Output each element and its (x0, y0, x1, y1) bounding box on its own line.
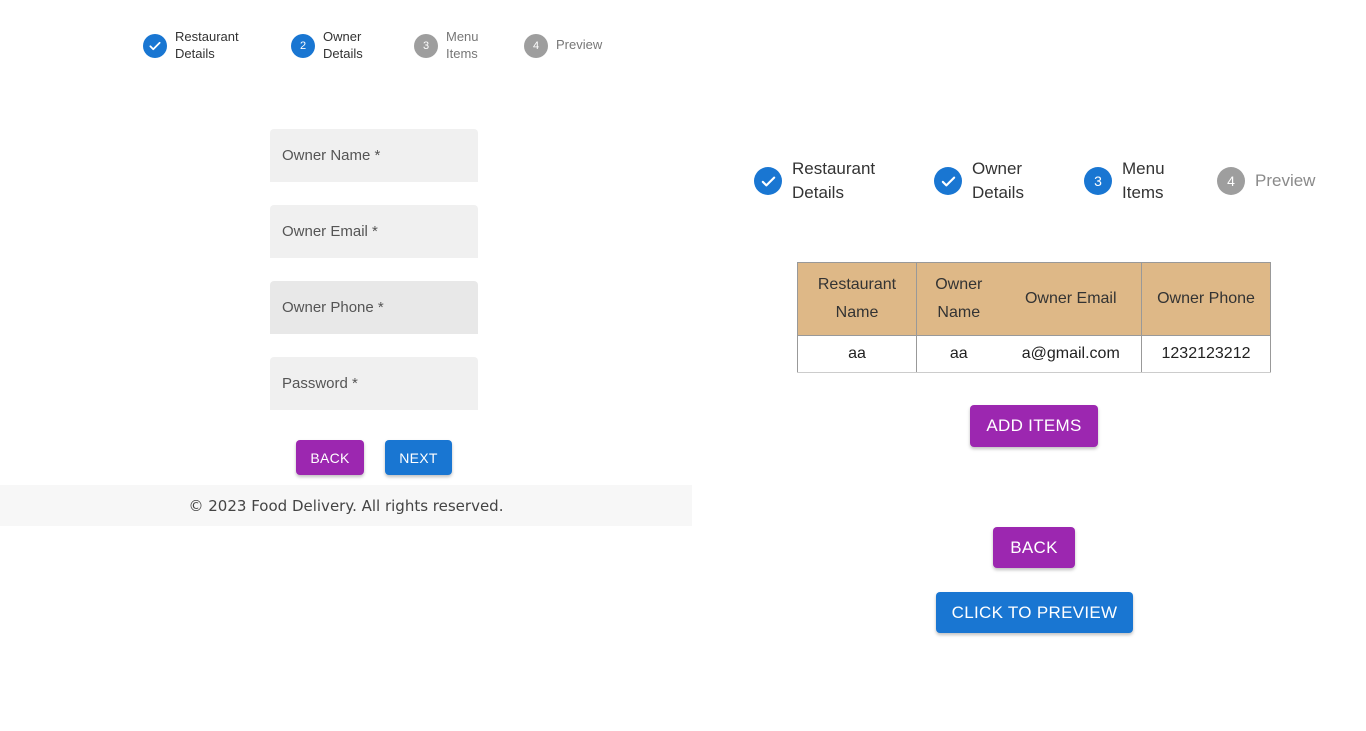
step-restaurant-details: Restaurant Details (754, 157, 934, 205)
back-button[interactable]: BACK (296, 440, 364, 475)
step-preview: 4 Preview (1217, 167, 1315, 195)
step-preview: 4 Preview (524, 33, 603, 58)
back-button[interactable]: BACK (993, 527, 1075, 568)
table-header-row: Restaurant Name Owner Name Owner Email O… (797, 262, 1271, 336)
add-items-button[interactable]: ADD ITEMS (970, 405, 1098, 447)
check-icon (934, 167, 962, 195)
summary-table: Restaurant Name Owner Name Owner Email O… (797, 262, 1271, 373)
table-cell: aa (797, 335, 917, 373)
owner-email-field[interactable]: Owner Email * (270, 205, 478, 258)
step-label: Menu Items (1122, 159, 1165, 202)
step-label: Preview (1255, 171, 1316, 190)
password-field[interactable]: Password * (270, 357, 478, 410)
step-number: 4 (1217, 167, 1245, 195)
next-button[interactable]: NEXT (385, 440, 452, 475)
step-owner-details: 2 Owner Details (291, 29, 414, 63)
column-header: Owner Email (1000, 262, 1142, 336)
stepper: Restaurant Details 2 Owner Details 3 Men… (143, 29, 602, 63)
table-row: aa aa a@gmail.com 1232123212 (797, 335, 1271, 373)
step-label: Preview (556, 37, 603, 53)
footer-text: © 2023 Food Delivery. All rights reserve… (188, 496, 504, 515)
column-header: Restaurant Name (797, 262, 917, 336)
step-restaurant-details: Restaurant Details (143, 29, 291, 63)
click-to-preview-button[interactable]: CLICK TO PREVIEW (936, 592, 1133, 633)
step-number: 2 (291, 33, 315, 58)
step-label: Restaurant Details (175, 29, 239, 61)
owner-name-field[interactable]: Owner Name * (270, 129, 478, 182)
step-number: 3 (1084, 167, 1112, 195)
step-label: Menu Items (446, 29, 479, 61)
step-menu-items: 3 Menu Items (414, 29, 524, 63)
step-label: Owner Details (972, 159, 1024, 202)
step-number: 3 (414, 33, 438, 58)
table-cell: aa (916, 335, 1001, 373)
step-menu-items: 3 Menu Items (1084, 157, 1217, 205)
footer: © 2023 Food Delivery. All rights reserve… (0, 485, 692, 526)
step-number: 4 (524, 33, 548, 58)
check-icon (754, 167, 782, 195)
owner-details-screen: Restaurant Details 2 Owner Details 3 Men… (0, 0, 692, 731)
table-cell: 1232123212 (1141, 335, 1271, 373)
check-icon (143, 33, 167, 58)
owner-phone-field[interactable]: Owner Phone * (270, 281, 478, 334)
step-label: Owner Details (323, 29, 363, 61)
table-cell: a@gmail.com (1000, 335, 1142, 373)
step-owner-details: Owner Details (934, 157, 1084, 205)
column-header: Owner Name (916, 262, 1001, 336)
column-header: Owner Phone (1141, 262, 1271, 336)
stepper: Restaurant Details Owner Details 3 Menu … (754, 157, 1315, 205)
step-label: Restaurant Details (792, 159, 876, 202)
menu-items-screen: Restaurant Details Owner Details 3 Menu … (692, 0, 1366, 731)
